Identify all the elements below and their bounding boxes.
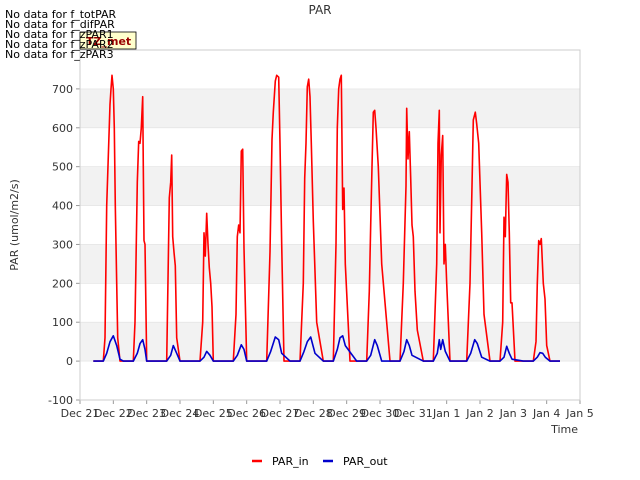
y-axis-title: PAR (umol/m2/s) <box>8 179 21 271</box>
y-tick-label: 600 <box>52 122 73 135</box>
x-axis-ticks: Dec 21Dec 22Dec 23Dec 24Dec 25Dec 26Dec … <box>61 400 594 420</box>
y-tick-label: 700 <box>52 83 73 96</box>
grid-band <box>80 283 580 323</box>
y-tick-label: 200 <box>52 277 73 290</box>
x-tick-label: Jan 4 <box>532 407 560 420</box>
y-tick-label: 300 <box>52 238 73 251</box>
legend-label-par-out: PAR_out <box>343 455 388 468</box>
legend-label-par-in: PAR_in <box>272 455 309 468</box>
grid-band <box>80 127 580 167</box>
y-tick-label: 0 <box>66 355 73 368</box>
x-tick-label: Jan 1 <box>432 407 460 420</box>
grid-band <box>80 166 580 206</box>
grid-band <box>80 88 580 128</box>
x-tick-label: Jan 2 <box>465 407 493 420</box>
y-tick-label: 100 <box>52 316 73 329</box>
legend: PAR_in PAR_out <box>252 455 388 468</box>
chart-canvas: -100 0 100 200 300 400 500 600 700 Dec 21Dec 22D… <box>5 3 594 468</box>
x-tick-label: Jan 5 <box>565 407 593 420</box>
grid-band <box>80 361 580 400</box>
chart-title: PAR <box>308 3 331 17</box>
y-tick-label: -100 <box>48 394 73 407</box>
x-tick-label: Jan 3 <box>499 407 527 420</box>
no-data-messages: No data for f_totPAR No data for f_difPA… <box>5 8 117 61</box>
y-tick-label: 400 <box>52 200 73 213</box>
x-axis-title: Time <box>550 423 578 436</box>
grid-band <box>80 244 580 284</box>
grid-band <box>80 50 580 89</box>
y-tick-label: 500 <box>52 161 73 174</box>
no-data-message: No data for f_zPAR3 <box>5 48 114 61</box>
x-tick-label: Dec 31 <box>394 407 433 420</box>
